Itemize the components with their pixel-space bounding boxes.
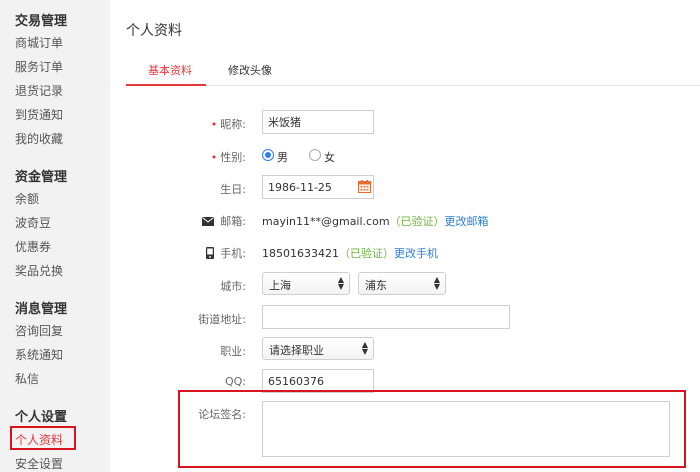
street-input[interactable] <box>263 306 509 328</box>
select-arrows-icon: ▲ ▼ <box>433 275 440 291</box>
sidebar-item-security[interactable]: 安全设置 <box>15 455 63 472</box>
signature-highlight-box <box>178 390 686 468</box>
province-value: 上海 <box>269 279 291 292</box>
phone-verified-badge: （已验证） <box>338 247 394 260</box>
gender-male-label: 男 <box>277 151 288 164</box>
job-label: 职业: <box>220 345 246 358</box>
page-title: 个人资料 <box>126 23 182 39</box>
email-verified-badge: （已验证） <box>389 215 445 228</box>
tab-divider <box>126 85 700 86</box>
district-value: 浦东 <box>365 279 387 292</box>
birthday-field[interactable] <box>262 175 374 199</box>
sidebar-item-prizes[interactable]: 奖品兑换 <box>15 262 63 279</box>
profile-highlight-box <box>10 426 76 450</box>
select-arrows-icon: ▲ ▼ <box>361 340 368 356</box>
nickname-label: • 昵称: <box>210 118 246 131</box>
sidebar-item-private-messages[interactable]: 私信 <box>15 370 39 387</box>
sidebar-item-boqi-beans[interactable]: 波奇豆 <box>15 214 51 231</box>
phone-icon <box>206 247 215 259</box>
province-select[interactable]: 上海 ▲ ▼ <box>262 272 350 295</box>
sidebar-group-messages: 消息管理 <box>15 302 68 317</box>
select-arrows-icon: ▲ ▼ <box>337 275 344 291</box>
phone-label: 手机: <box>110 245 246 261</box>
district-select[interactable]: 浦东 ▲ ▼ <box>358 272 446 295</box>
street-label: 街道地址: <box>198 313 246 326</box>
gender-female-label: 女 <box>324 151 335 164</box>
sidebar-item-arrival-notice[interactable]: 到货通知 <box>15 106 63 123</box>
job-select[interactable]: 请选择职业 ▲ ▼ <box>262 337 374 360</box>
email-row: mayin11**@gmail.com（已验证）更改邮箱 <box>262 213 489 229</box>
sidebar-group-trade: 交易管理 <box>15 14 68 29</box>
qq-input[interactable] <box>263 370 373 392</box>
phone-row: 18501633421（已验证）更改手机 <box>262 245 438 261</box>
email-value: mayin11**@gmail.com <box>262 215 390 228</box>
sidebar-item-mall-orders[interactable]: 商城订单 <box>15 34 63 51</box>
tab-basic-info[interactable]: 基本资料 <box>148 62 192 78</box>
sidebar: 交易管理 商城订单 服务订单 退货记录 到货通知 我的收藏 资金管理 余额 波奇… <box>0 0 110 472</box>
sidebar-item-balance[interactable]: 余额 <box>15 190 39 207</box>
change-email-link[interactable]: 更改邮箱 <box>445 215 489 228</box>
sidebar-item-coupons[interactable]: 优惠券 <box>15 238 51 255</box>
birthday-label: 生日: <box>220 183 246 196</box>
sidebar-item-returns[interactable]: 退货记录 <box>15 82 63 99</box>
job-value: 请选择职业 <box>269 344 324 357</box>
active-tab-indicator <box>126 84 206 86</box>
calendar-icon[interactable] <box>358 180 371 193</box>
gender-male-radio[interactable] <box>262 149 274 161</box>
sidebar-item-favorites[interactable]: 我的收藏 <box>15 130 63 147</box>
qq-label: QQ: <box>224 375 246 388</box>
birthday-input[interactable] <box>263 176 373 198</box>
sidebar-item-service-orders[interactable]: 服务订单 <box>15 58 63 75</box>
sidebar-group-funds: 资金管理 <box>15 170 68 185</box>
change-phone-link[interactable]: 更改手机 <box>394 247 438 260</box>
envelope-icon <box>202 217 215 226</box>
gender-female-radio[interactable] <box>309 149 321 161</box>
email-label: 邮箱: <box>110 213 246 229</box>
city-label: 城市: <box>220 280 246 293</box>
sidebar-group-personal: 个人设置 <box>15 410 68 425</box>
nickname-field[interactable] <box>262 110 374 134</box>
phone-value: 18501633421 <box>262 247 339 260</box>
tab-change-avatar[interactable]: 修改头像 <box>228 62 272 78</box>
sidebar-item-inquiry-replies[interactable]: 咨询回复 <box>15 322 63 339</box>
street-field[interactable] <box>262 305 510 329</box>
sidebar-item-system-notices[interactable]: 系统通知 <box>15 346 63 363</box>
gender-label: • 性别: <box>210 151 246 164</box>
nickname-input[interactable] <box>263 111 373 133</box>
